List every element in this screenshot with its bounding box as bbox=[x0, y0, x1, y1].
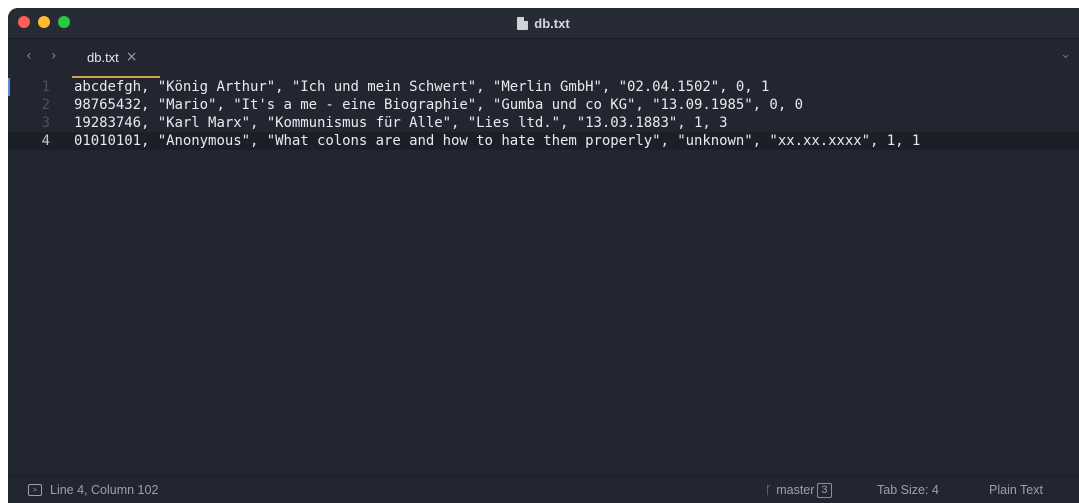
document-icon bbox=[517, 16, 529, 30]
editor-window: db.txt ‹ › db.txt × ⌄ 1 abcdefgh, "König… bbox=[8, 8, 1079, 503]
branch-count-badge: 3 bbox=[817, 482, 832, 498]
branch-name: master bbox=[776, 483, 815, 497]
current-code-line[interactable]: 4 01010101, "Anonymous", "What colons ar… bbox=[8, 132, 1079, 150]
tab-label: db.txt bbox=[87, 49, 119, 65]
title-bar: db.txt bbox=[8, 8, 1079, 39]
code-line[interactable]: 2 98765432, "Mario", "It's a me - eine B… bbox=[8, 96, 1079, 114]
window-title: db.txt bbox=[8, 8, 1079, 38]
tab-db-txt[interactable]: db.txt × bbox=[74, 39, 166, 75]
cursor-position[interactable]: > Line 4, Column 102 bbox=[28, 477, 158, 503]
line-number: 3 bbox=[41, 115, 50, 131]
terminal-icon: > bbox=[28, 484, 42, 496]
tab-list-chevron-down-icon[interactable]: ⌄ bbox=[1060, 47, 1071, 62]
tab-size-text: Tab Size: 4 bbox=[877, 483, 939, 497]
syntax-text: Plain Text bbox=[989, 483, 1043, 497]
syntax-selector[interactable]: Plain Text bbox=[989, 477, 1043, 503]
branch-icon: ᚴ bbox=[765, 483, 773, 497]
code-line[interactable]: 3 19283746, "Karl Marx", "Kommunismus fü… bbox=[8, 114, 1079, 132]
line-number: 2 bbox=[41, 97, 50, 113]
line-number: 4 bbox=[41, 133, 50, 149]
forward-arrow-icon[interactable]: › bbox=[51, 48, 57, 64]
tab-size-selector[interactable]: Tab Size: 4 bbox=[877, 477, 939, 503]
code-line[interactable]: 1 abcdefgh, "König Arthur", "Ich und mei… bbox=[8, 78, 1079, 96]
tab-close-icon[interactable]: × bbox=[126, 49, 138, 65]
git-branch[interactable]: ᚴ master 3 bbox=[765, 477, 832, 503]
status-bar: > Line 4, Column 102 ᚴ master 3 Tab Size… bbox=[8, 476, 1079, 503]
back-arrow-icon[interactable]: ‹ bbox=[26, 48, 32, 64]
window-title-text: db.txt bbox=[534, 15, 570, 31]
line-text[interactable]: abcdefgh, "König Arthur", "Ich und mein … bbox=[74, 79, 769, 95]
cursor-position-text: Line 4, Column 102 bbox=[50, 483, 159, 497]
line-text[interactable]: 98765432, "Mario", "It's a me - eine Bio… bbox=[74, 97, 803, 113]
line-text[interactable]: 19283746, "Karl Marx", "Kommunismus für … bbox=[74, 115, 728, 131]
line-text[interactable]: 01010101, "Anonymous", "What colons are … bbox=[74, 133, 920, 149]
line-number: 1 bbox=[41, 79, 50, 95]
text-editor[interactable]: 1 abcdefgh, "König Arthur", "Ich und mei… bbox=[8, 78, 1079, 477]
tab-bar: ‹ › db.txt × ⌄ bbox=[8, 39, 1079, 75]
